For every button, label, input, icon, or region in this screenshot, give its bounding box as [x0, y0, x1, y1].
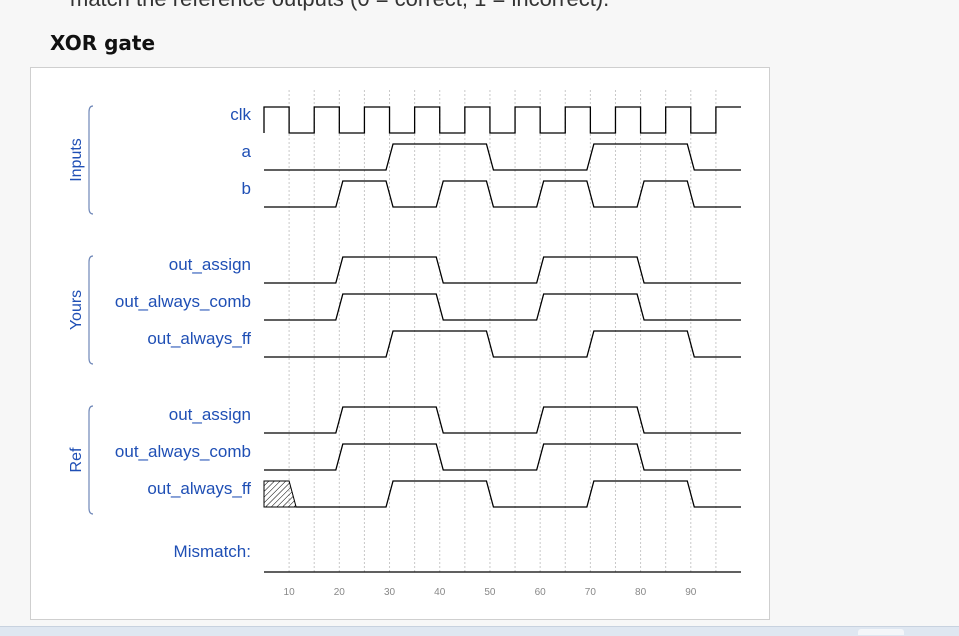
group-label-inputs: Inputs: [68, 138, 85, 182]
signal-labels: Inputs clk ab Yours out_assign out_always_com…: [68, 105, 252, 561]
time-tick-label: 10: [284, 587, 296, 598]
instruction-text: match the reference outputs (0 = correct…: [70, 0, 609, 12]
group-brace: [88, 105, 94, 215]
time-tick-label: 90: [685, 587, 697, 598]
signal-label-out-always-comb: out_always_comb: [115, 292, 251, 311]
page-heading: XOR gate: [50, 31, 156, 55]
group-brace: [88, 255, 94, 365]
waveform-panel: Inputs clk a b Yours out_assign out_always_com…: [30, 67, 770, 620]
time-tick-label: 20: [334, 587, 346, 598]
time-tick-label: 30: [384, 587, 396, 598]
group-brace: [88, 405, 94, 515]
wave-yours-out-assign: [264, 256, 741, 284]
group-braces: [88, 105, 94, 515]
time-tick-label: 70: [585, 587, 597, 598]
signal-label-clk: clk: [230, 105, 251, 124]
time-tick-label: 60: [535, 587, 547, 598]
bottom-tab[interactable]: [858, 629, 904, 635]
unknown-region: [263, 480, 297, 508]
signal-label-out-always-ff: out_always_ff: [147, 479, 251, 498]
signal-label-out-assign: out_assign: [169, 255, 251, 274]
wave-ref-out-always-comb: [264, 443, 741, 471]
time-tick-label: 80: [635, 587, 647, 598]
group-label-ref: Ref: [68, 447, 85, 472]
time-tick-label: 50: [484, 587, 496, 598]
time-tick-label: 40: [434, 587, 446, 598]
signal-label-out-always-comb: out_always_comb: [115, 442, 251, 461]
signal-label-out-assign: out_assign: [169, 405, 251, 424]
wave-yours-out-always-ff: [264, 330, 741, 358]
wave-clk: [263, 106, 741, 134]
signal-label-b: b: [242, 179, 251, 198]
group-label-yours: Yours: [68, 290, 85, 330]
wave-ref-out-assign: [264, 406, 741, 434]
waveforms: [263, 106, 741, 573]
wave-a: [264, 143, 741, 171]
wave-ref-out-always-ff: [296, 480, 741, 508]
wave-b: [264, 180, 741, 208]
waveform-diagram: Inputs clk ab Yours out_assign out_always_com…: [68, 90, 741, 598]
time-axis: 10 20 30 40 50 60 70 80 90: [284, 587, 697, 598]
wave-yours-out-always-comb: [264, 293, 741, 321]
signal-label-out-always-ff: out_always_ff: [147, 329, 251, 348]
signal-label-a: a: [242, 142, 252, 161]
mismatch-label: Mismatch:: [174, 542, 251, 561]
